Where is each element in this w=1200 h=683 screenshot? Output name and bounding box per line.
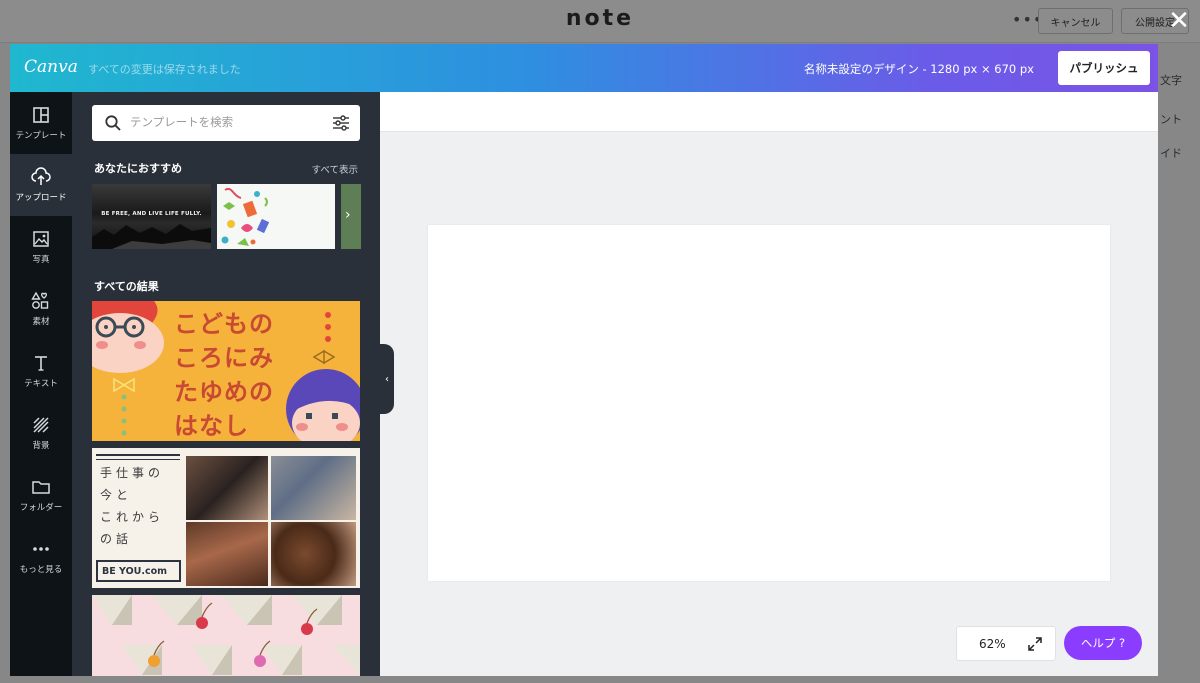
note-side-item: 文字 [1160,74,1182,87]
template-card[interactable] [92,595,360,676]
card-title: こどもの ころにみ たゆめの はなし [174,307,294,441]
rail-item-elements[interactable]: 素材 [10,278,72,340]
zoom-control[interactable]: 62% [956,626,1056,661]
cancel-button[interactable]: キャンセル [1038,8,1113,34]
card-title: 手仕事の 今と これから の話 [100,462,164,550]
rail-item-label: フォルダー [19,503,63,513]
rail-item-background[interactable]: 背景 [10,402,72,464]
template-card[interactable]: こどもの ころにみ たゆめの はなし [92,301,360,441]
template-card[interactable]: 手仕事の 今と これから の話 BE YOU.com [92,448,360,588]
card-title-line: これから [100,510,165,524]
search-icon [105,115,121,131]
note-side-item: イド [1160,147,1182,160]
card-title-line: こどもの [174,310,274,338]
divider [96,454,180,456]
card-title-line: はなし [174,412,249,440]
card-title-line: ころにみ [174,344,274,372]
background-icon [33,417,49,433]
zoom-level[interactable]: 62% [979,637,1006,651]
divider [96,459,180,460]
rail-item-folders[interactable]: フォルダー [10,464,72,526]
template-text: BE FREE, AND LIVE LIFE FULLY. [101,211,202,217]
rail-item-label: もっと見る [19,565,63,575]
chevron-left-icon: ‹ [385,373,389,385]
rail-item-label: アップロード [15,193,67,203]
rail-item-label: テンプレート [15,131,67,141]
close-icon[interactable]: ✕ [1165,7,1193,35]
recommended-title: あなたにおすすめ [94,162,182,175]
note-side-item: ント [1160,113,1182,126]
canva-editor-modal: Canva すべての変更は保存されました 名称未設定のデザイン - 1280 p… [10,44,1158,676]
save-status: すべての変更は保存されました [88,63,241,76]
rail-item-more[interactable]: もっと見る [10,526,72,588]
template-thumbnail[interactable] [217,184,335,249]
rail-item-label: 素材 [32,317,50,327]
rail-item-label: テキスト [24,379,58,389]
rail-item-label: 背景 [32,441,50,451]
card-title-line: たゆめの [174,378,274,406]
hands-photo [186,456,268,520]
collapse-panel-button[interactable]: ‹ [380,344,394,414]
filter-icon[interactable] [332,114,350,132]
chevron-right-icon[interactable]: › [345,207,351,223]
rail-item-templates[interactable]: テンプレート [10,92,72,154]
fullscreen-icon[interactable] [1027,636,1043,652]
child-illustration-right [286,312,360,441]
card-title-line: 手仕事の [100,466,165,480]
knitting-photo [271,456,356,520]
cherry-pattern-image [92,595,360,676]
publish-button[interactable]: パブリッシュ [1058,51,1150,85]
canva-header: Canva すべての変更は保存されました 名称未設定のデザイン - 1280 p… [10,44,1158,92]
rail-item-text[interactable]: テキスト [10,340,72,402]
mountain-image [92,224,211,249]
design-info: 名称未設定のデザイン - 1280 px × 670 px [803,62,1034,76]
pottery-photo [186,522,268,586]
upload-icon [31,167,51,185]
illustrated-pattern-image [217,184,335,249]
card-brand: BE YOU.com [96,560,181,582]
template-thumbnail[interactable]: BE FREE, AND LIVE LIFE FULLY. [92,184,211,249]
design-canvas[interactable] [428,225,1110,581]
card-title-line: 今と [100,488,133,502]
canva-logo: Canva [24,57,78,77]
template-icon [33,107,49,123]
card-title-line: の話 [100,532,133,546]
text-icon [35,356,47,371]
photo-icon [33,231,49,247]
more-icon [33,547,49,551]
template-thumbnail[interactable] [341,184,361,249]
child-illustration-left [92,301,164,436]
help-button[interactable]: ヘルプ ? [1064,626,1142,660]
folder-icon [32,481,50,494]
search-input[interactable] [130,115,320,129]
editor-toolbar [380,92,1158,132]
template-panel: あなたにおすすめ すべて表示 BE FREE, AND LIVE LIFE FU… [72,92,380,676]
all-results-title: すべての結果 [94,280,159,293]
elements-icon [31,291,49,309]
rail-item-uploads[interactable]: アップロード [10,154,72,216]
rail-item-photos[interactable]: 写真 [10,216,72,278]
see-all-link[interactable]: すべて表示 [312,162,358,176]
coffee-beans-photo [271,522,356,586]
note-topbar: note ••• キャンセル 公開設定 [0,0,1200,43]
template-search[interactable] [92,105,360,141]
side-rail: テンプレート アップロード 写真 素材 テキスト 背景 フォルダー もっと見る [10,92,72,676]
rail-item-label: 写真 [32,255,50,265]
